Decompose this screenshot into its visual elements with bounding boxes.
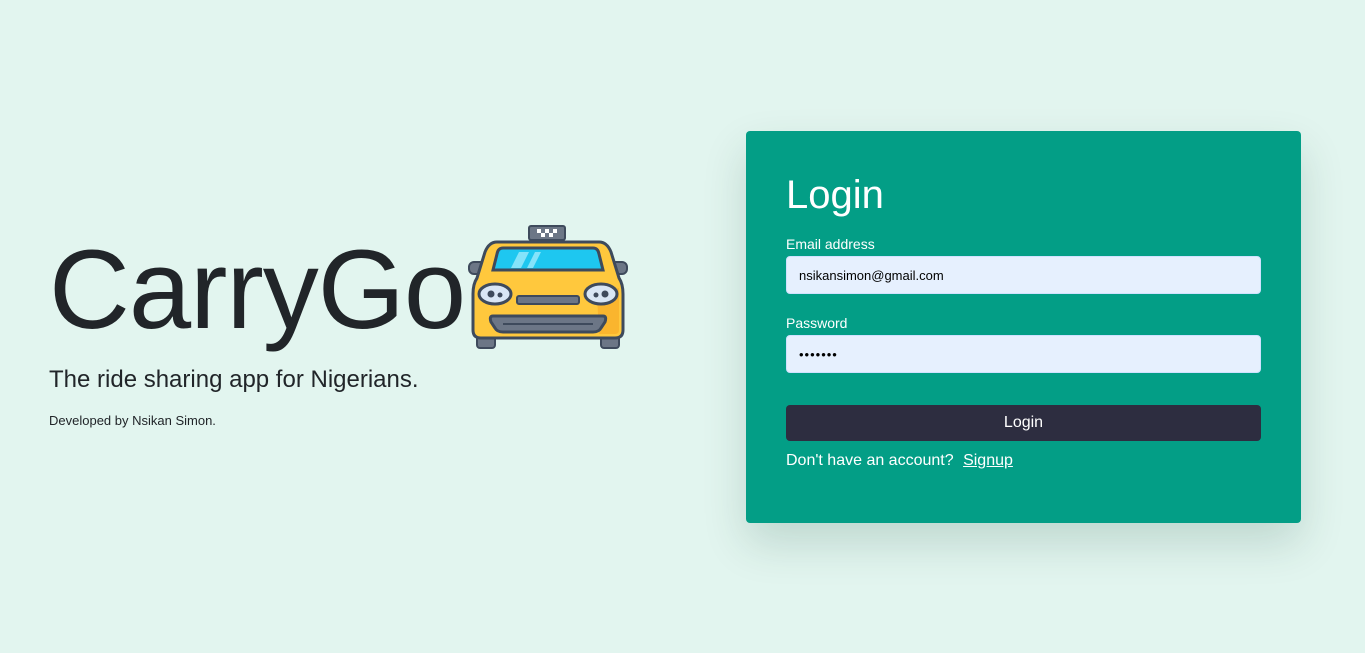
tagline: The ride sharing app for Nigerians. xyxy=(49,366,419,393)
signup-link[interactable]: Signup xyxy=(963,452,1013,469)
developer-credit: Developed by Nsikan Simon. xyxy=(49,412,216,428)
taxi-icon xyxy=(468,225,629,349)
login-button[interactable]: Login xyxy=(786,405,1261,441)
email-field[interactable] xyxy=(786,256,1261,294)
signup-row: Don't have an account? Signup xyxy=(786,452,1261,470)
brand-row: CarryGo xyxy=(49,222,669,352)
email-label: Email address xyxy=(786,236,875,252)
password-field[interactable] xyxy=(786,335,1261,373)
password-label: Password xyxy=(786,315,848,331)
login-title: Login xyxy=(786,173,884,217)
hero-section: CarryGo The ride sharing app for Nigeria… xyxy=(49,222,669,428)
login-card: Login Email address Password Login Don't… xyxy=(746,131,1301,523)
signup-prompt: Don't have an account? xyxy=(786,452,954,469)
brand-name: CarryGo xyxy=(49,227,466,352)
